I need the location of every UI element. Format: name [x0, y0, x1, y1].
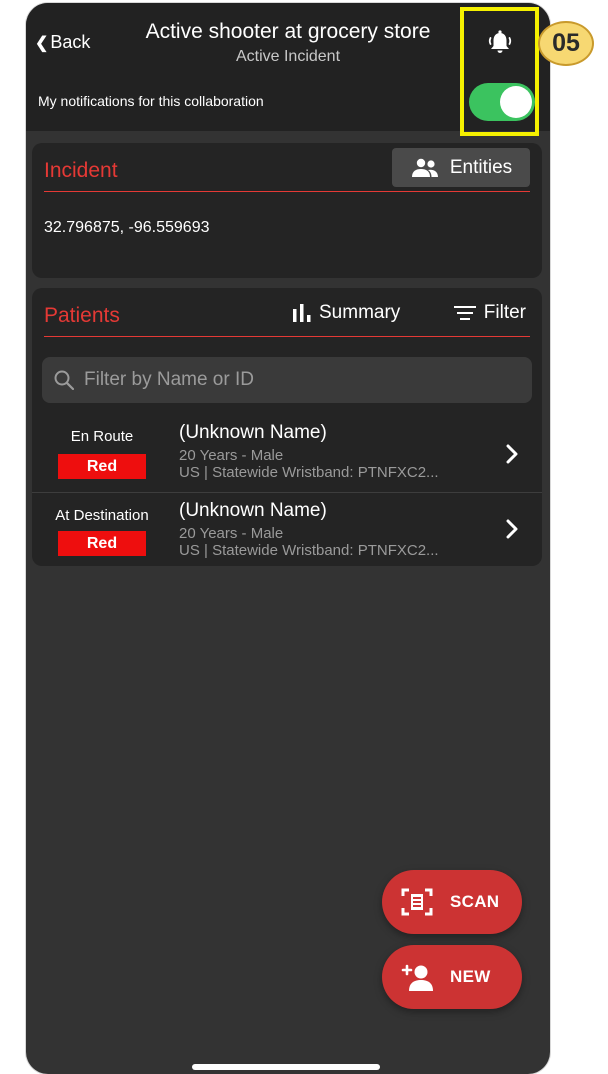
entities-button[interactable]: Entities	[392, 148, 530, 187]
entities-label: Entities	[449, 156, 513, 178]
step-number-badge: 05	[538, 21, 594, 66]
patients-header: Patients Summary Filter	[44, 288, 530, 337]
back-button[interactable]: ❮ Back	[35, 32, 90, 53]
people-icon	[411, 158, 438, 177]
home-indicator[interactable]	[192, 1064, 380, 1070]
new-label: NEW	[450, 967, 491, 986]
notifications-label: My notifications for this collaboration	[38, 93, 264, 109]
filter-label: Filter	[483, 302, 526, 323]
patient-demographics: 20 Years - Male	[179, 525, 284, 542]
patient-search	[42, 357, 532, 403]
triage-badge: Red	[58, 454, 146, 479]
patient-demographics: 20 Years - Male	[179, 447, 284, 464]
triage-badge: Red	[58, 531, 146, 556]
patient-identifier: US | Statewide Wristband: PTNFXC2...	[179, 464, 439, 481]
new-patient-button[interactable]: NEW	[382, 945, 522, 1009]
incident-title: Incident	[44, 159, 118, 182]
patient-name: (Unknown Name)	[179, 500, 327, 521]
page-subtitle: Active Incident	[235, 48, 341, 65]
patients-title: Patients	[44, 304, 120, 327]
summary-button[interactable]: Summary	[292, 302, 400, 324]
scan-label: SCAN	[450, 892, 500, 911]
incident-card: Incident Entities 32.796875, -96.559693	[32, 143, 542, 278]
patient-row[interactable]: En Route Red (Unknown Name) 20 Years - M…	[32, 418, 542, 493]
search-input[interactable]	[82, 368, 532, 392]
page-title: Active shooter at grocery store	[145, 20, 431, 43]
add-person-icon	[401, 964, 433, 991]
scan-button[interactable]: SCAN	[382, 870, 522, 934]
patient-identifier: US | Statewide Wristband: PTNFXC2...	[179, 542, 439, 559]
patient-name: (Unknown Name)	[179, 422, 327, 443]
incident-header: Incident Entities	[44, 143, 530, 192]
transport-status: At Destination	[55, 507, 149, 524]
phone-screen: ❮ Back Active shooter at grocery store A…	[26, 3, 550, 1074]
patients-card: Patients Summary Filter Filter by Name o…	[32, 288, 542, 566]
incident-coordinates: 32.796875, -96.559693	[44, 219, 210, 236]
callout-highlight-box	[460, 7, 539, 136]
transport-status: En Route	[70, 428, 134, 445]
scan-document-icon	[401, 888, 433, 916]
patient-row[interactable]: At Destination Red (Unknown Name) 20 Yea…	[32, 493, 542, 563]
filter-lines-icon	[453, 306, 476, 320]
bar-chart-icon	[293, 304, 311, 322]
chevron-right-icon	[506, 519, 518, 539]
filter-button[interactable]: Filter	[453, 302, 526, 324]
chevron-right-icon	[506, 444, 518, 464]
search-icon	[54, 370, 74, 390]
summary-label: Summary	[319, 302, 401, 323]
chevron-left-icon: ❮	[35, 34, 49, 52]
back-label: Back	[50, 32, 91, 52]
